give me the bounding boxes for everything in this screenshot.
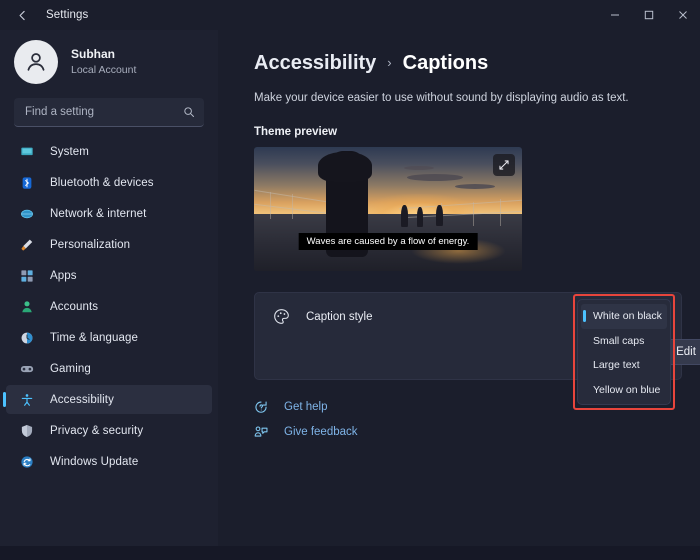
sidebar-item-privacy-security[interactable]: Privacy & security	[6, 416, 212, 445]
breadcrumb-separator: ›	[387, 55, 392, 70]
preview-rail-post	[472, 201, 474, 227]
sidebar-item-label: Privacy & security	[50, 424, 144, 437]
page-title: Captions	[402, 52, 489, 74]
preview-silhouette-backpack	[318, 151, 373, 182]
minimize-button[interactable]	[598, 0, 632, 30]
window-controls	[598, 0, 700, 30]
sidebar-item-label: Windows Update	[50, 455, 139, 468]
account-text: Subhan Local Account	[71, 47, 136, 77]
back-button[interactable]	[8, 3, 36, 27]
sidebar-item-time-language[interactable]: Time & language	[6, 323, 212, 352]
feedback-person-icon	[254, 425, 271, 439]
sidebar-item-label: Time & language	[50, 331, 139, 344]
breadcrumb: Accessibility › Captions	[226, 52, 700, 75]
search-wrap	[0, 98, 218, 137]
sidebar-item-accounts[interactable]: Accounts	[6, 292, 212, 321]
dropdown-item-label: Large text	[593, 359, 640, 372]
update-arrows-icon	[18, 455, 36, 469]
gamepad-icon	[18, 362, 36, 376]
window-title: Settings	[46, 9, 89, 21]
taskbar-strip	[0, 546, 700, 560]
maximize-button[interactable]	[632, 0, 666, 30]
back-arrow-icon	[18, 10, 25, 20]
sidebar-item-label: Gaming	[50, 362, 91, 375]
search-icon	[183, 106, 195, 118]
sidebar-item-apps[interactable]: Apps	[6, 261, 212, 290]
sidebar-item-accessibility[interactable]: Accessibility	[3, 385, 212, 414]
sidebar-item-label: Network & internet	[50, 207, 147, 220]
preview-cloud	[403, 165, 434, 170]
minimize-icon	[611, 14, 619, 16]
account-subtitle: Local Account	[71, 63, 137, 76]
sidebar-item-label: Apps	[50, 269, 77, 282]
person-avatar-icon	[27, 53, 45, 71]
sidebar-nav: System Bluetooth & devices Network & int…	[0, 137, 218, 560]
search-box[interactable]	[14, 98, 205, 127]
dropdown-item-yellow-on-blue[interactable]: Yellow on blue	[581, 378, 667, 403]
sidebar-item-label: System	[50, 145, 89, 158]
preview-caption-text: Waves are caused by a flow of energy.	[298, 233, 478, 250]
preview-distant-figure	[401, 205, 409, 228]
sidebar-item-label: Personalization	[50, 238, 131, 251]
link-label: Get help	[284, 401, 328, 413]
monitor-icon	[18, 145, 36, 159]
sidebar-item-label: Accessibility	[50, 393, 114, 406]
account-name: Subhan	[71, 46, 115, 61]
sidebar-item-system[interactable]: System	[6, 137, 212, 166]
close-button[interactable]	[666, 0, 700, 30]
link-label: Give feedback	[284, 426, 358, 438]
avatar	[14, 40, 58, 84]
sidebar-item-windows-update[interactable]: Windows Update	[6, 447, 212, 476]
give-feedback-link[interactable]: Give feedback	[254, 425, 700, 439]
dropdown-item-white-on-black[interactable]: White on black	[581, 304, 667, 329]
apps-grid-icon	[18, 269, 36, 283]
theme-preview-label: Theme preview	[254, 126, 338, 138]
caption-style-dropdown[interactable]: White on black Small caps Large text Yel…	[577, 299, 671, 405]
preview-rail-post	[270, 191, 272, 219]
sidebar-item-personalization[interactable]: Personalization	[6, 230, 212, 259]
main-content: Accessibility › Captions Make your devic…	[218, 30, 700, 560]
caption-style-label: Caption style	[306, 310, 373, 323]
sidebar-item-gaming[interactable]: Gaming	[6, 354, 212, 383]
account-block[interactable]: Subhan Local Account	[0, 34, 218, 90]
sidebar-item-label: Bluetooth & devices	[50, 176, 154, 189]
accessibility-person-icon	[18, 393, 36, 407]
dropdown-item-label: Yellow on blue	[593, 383, 661, 396]
dropdown-item-label: White on black	[593, 310, 662, 323]
shield-icon	[18, 424, 36, 438]
search-input[interactable]	[14, 106, 205, 118]
title-bar: Settings	[0, 0, 700, 30]
globe-icon	[18, 207, 36, 221]
footer-links: Get help Give feedback	[254, 400, 700, 439]
account-person-icon	[18, 300, 36, 314]
dropdown-item-small-caps[interactable]: Small caps	[581, 329, 667, 354]
settings-window: Settings Subhan Local Account Find a set…	[0, 0, 700, 560]
bluetooth-icon	[18, 176, 36, 190]
page-subtitle: Make your device easier to use without s…	[254, 92, 629, 104]
sidebar-item-bluetooth-devices[interactable]: Bluetooth & devices	[6, 168, 212, 197]
sidebar: Subhan Local Account Find a setting Syst…	[0, 30, 218, 560]
expand-diagonal-icon	[499, 160, 509, 170]
preview-distant-figure	[436, 205, 444, 227]
preview-rail-post	[291, 194, 293, 219]
breadcrumb-parent[interactable]: Accessibility	[254, 52, 376, 75]
clock-icon	[18, 331, 36, 345]
window-body: Subhan Local Account Find a setting Syst…	[0, 30, 700, 560]
maximize-icon	[644, 10, 654, 20]
dropdown-item-label: Small caps	[593, 334, 645, 347]
sidebar-item-network-internet[interactable]: Network & internet	[6, 199, 212, 228]
theme-preview-image: Waves are caused by a flow of energy.	[254, 147, 522, 271]
sidebar-item-label: Accounts	[50, 300, 99, 313]
dropdown-item-large-text[interactable]: Large text	[581, 353, 667, 378]
preview-rail-post	[499, 199, 501, 227]
close-icon	[679, 11, 687, 19]
expand-preview-button[interactable]	[493, 154, 515, 176]
palette-icon	[273, 308, 290, 325]
paintbrush-icon	[18, 238, 36, 252]
help-question-icon	[254, 400, 271, 414]
